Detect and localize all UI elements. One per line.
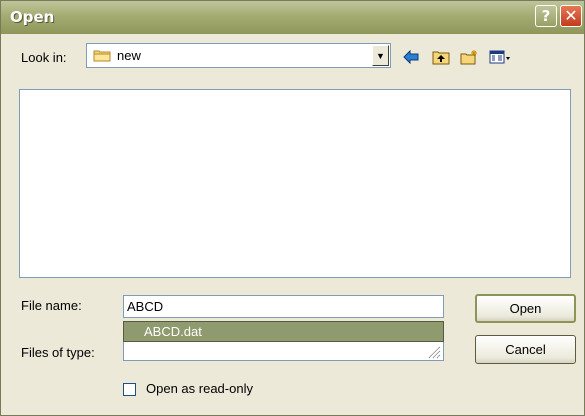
resize-grip-icon[interactable] bbox=[427, 345, 441, 359]
file-name-label: File name: bbox=[21, 298, 82, 313]
cancel-button[interactable]: Cancel bbox=[475, 335, 576, 364]
dialog-title: Open bbox=[10, 8, 55, 26]
look-in-dropdown[interactable]: new ▼ bbox=[86, 43, 391, 68]
look-in-label: Look in: bbox=[21, 50, 67, 65]
files-of-type-label: Files of type: bbox=[21, 345, 95, 360]
file-name-input[interactable]: ABCD bbox=[123, 295, 444, 318]
dropdown-arrow-button[interactable]: ▼ bbox=[372, 45, 389, 66]
close-button[interactable]: ✕ bbox=[560, 5, 582, 27]
help-button[interactable]: ? bbox=[535, 5, 557, 27]
open-dialog: Open ? ✕ Look in: new ▼ File name: ABCD … bbox=[0, 0, 585, 416]
autocomplete-item-label: ABCD.dat bbox=[144, 324, 202, 339]
file-name-value: ABCD bbox=[127, 299, 164, 314]
look-in-value: new bbox=[117, 48, 141, 63]
open-button[interactable]: Open bbox=[475, 294, 576, 323]
read-only-label[interactable]: Open as read-only bbox=[146, 381, 253, 396]
file-list-area[interactable] bbox=[19, 89, 571, 278]
autocomplete-item[interactable]: ABCD.dat bbox=[123, 321, 444, 342]
read-only-checkbox[interactable] bbox=[123, 383, 136, 396]
files-of-type-dropdown[interactable] bbox=[123, 340, 444, 361]
up-folder-icon[interactable] bbox=[432, 49, 450, 65]
folder-icon bbox=[93, 50, 111, 62]
view-menu-icon[interactable] bbox=[489, 49, 511, 65]
back-arrow-icon[interactable] bbox=[402, 49, 420, 65]
title-bar[interactable]: Open ? ✕ bbox=[1, 1, 584, 34]
new-folder-icon[interactable] bbox=[460, 49, 478, 65]
